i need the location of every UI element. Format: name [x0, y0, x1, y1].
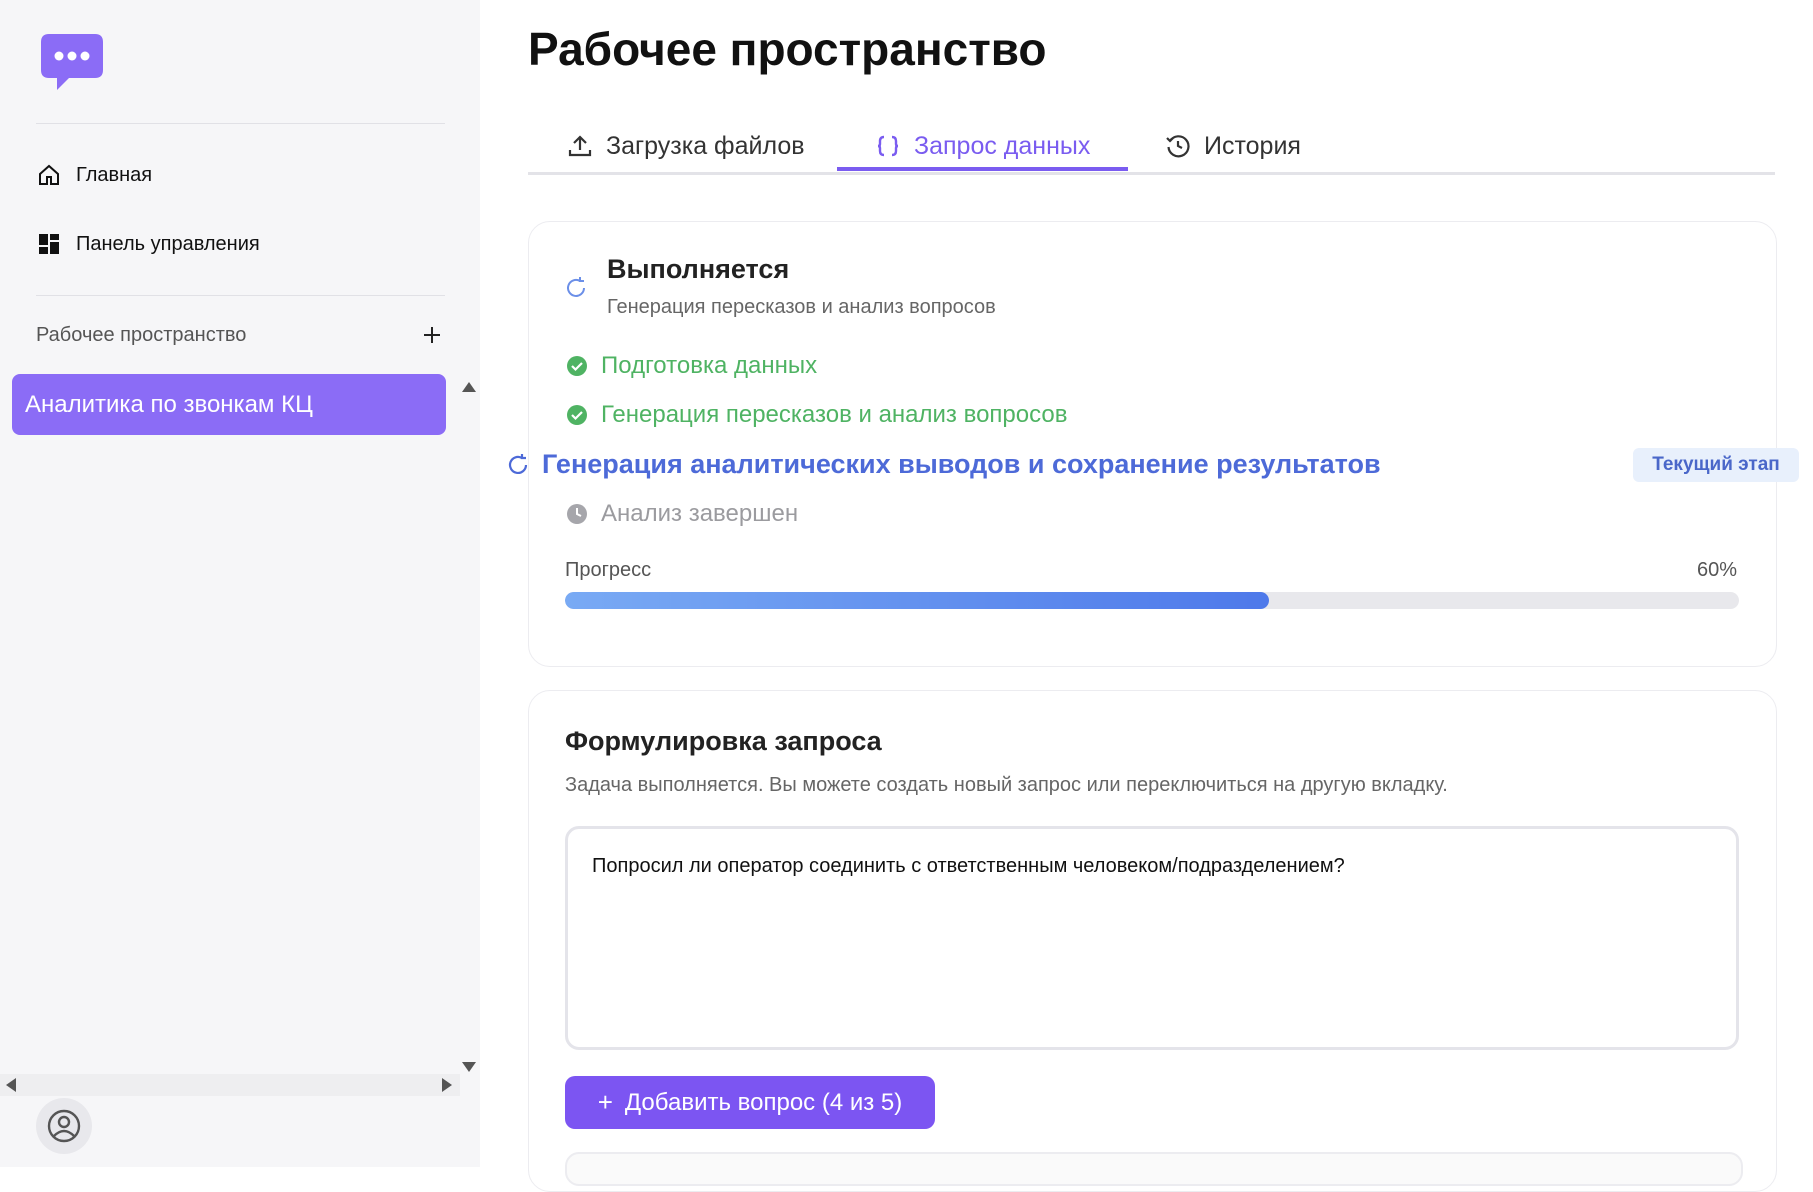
progress-label: Прогресс [565, 559, 652, 581]
step-item: Генерация пересказов и анализ вопросов [565, 401, 1068, 429]
add-workspace-button[interactable] [419, 322, 445, 348]
step-label: Анализ завершен [601, 500, 799, 527]
plus-icon: + [597, 1087, 613, 1117]
scroll-right-icon[interactable] [442, 1078, 452, 1092]
query-title: Формулировка запроса [565, 726, 882, 756]
nav-item-label: Главная [76, 163, 153, 186]
progress-value: 60% [1696, 559, 1737, 581]
step-label: Генерация аналитических выводов и сохран… [542, 449, 1381, 479]
vertical-scrollbar[interactable] [456, 374, 480, 1074]
query-subtitle: Задача выполняется. Вы можете создать но… [565, 774, 1448, 796]
user-icon [47, 1109, 81, 1143]
tab-data-request[interactable]: Запрос данных [874, 120, 1090, 172]
status-subtitle: Генерация пересказов и анализ вопросов [607, 296, 996, 318]
step-item-current: Генерация аналитических выводов и сохран… [506, 449, 1381, 480]
question-input[interactable]: Попросил ли оператор соединить с ответст… [565, 826, 1739, 1050]
spinner-icon [564, 276, 588, 305]
current-step-badge: Текущий этап [1633, 448, 1799, 482]
check-circle-icon [565, 403, 589, 427]
history-icon [1164, 132, 1192, 160]
home-icon [36, 162, 62, 188]
tab-history[interactable]: История [1164, 120, 1301, 172]
nav-item-home[interactable]: Главная [36, 157, 152, 193]
workspace-item-label: Аналитика по звонкам КЦ [25, 390, 313, 418]
nav-item-label: Панель управления [76, 232, 260, 255]
step-item: Подготовка данных [565, 352, 817, 380]
horizontal-scrollbar[interactable] [0, 1074, 460, 1096]
user-avatar-button[interactable] [36, 1098, 92, 1154]
progress-fill [565, 592, 1270, 609]
scroll-down-icon[interactable] [462, 1062, 476, 1072]
upload-icon [566, 132, 594, 160]
status-title: Выполняется [607, 254, 790, 284]
sidebar-divider [36, 295, 445, 296]
scroll-left-icon[interactable] [6, 1078, 16, 1092]
chat-bubble-icon[interactable] [39, 32, 105, 94]
braces-icon [874, 132, 902, 160]
step-label: Генерация пересказов и анализ вопросов [601, 401, 1068, 428]
workspaces-header-label: Рабочее пространство [36, 323, 247, 346]
clock-icon [565, 502, 589, 526]
add-question-label: Добавить вопрос (4 из 5) [624, 1088, 903, 1116]
workspaces-header: Рабочее пространство [36, 318, 445, 352]
tab-bar: Загрузка файлов Запрос данных История [528, 120, 1775, 175]
spinner-icon [506, 453, 530, 477]
sidebar-divider [36, 123, 445, 124]
page-title: Рабочее пространство [528, 23, 1047, 75]
sidebar: Главная Панель управления Рабочее простр… [0, 0, 480, 1167]
add-question-button[interactable]: + Добавить вопрос (4 из 5) [565, 1076, 935, 1129]
scroll-up-icon[interactable] [462, 382, 476, 392]
active-tab-indicator [837, 167, 1128, 171]
tab-label: Запрос данных [914, 131, 1091, 160]
tab-label: Загрузка файлов [606, 131, 805, 160]
tab-upload[interactable]: Загрузка файлов [566, 120, 805, 172]
next-question-card [565, 1152, 1743, 1186]
step-label: Подготовка данных [601, 352, 818, 379]
check-circle-icon [565, 354, 589, 378]
dashboard-icon [36, 231, 62, 257]
progress-bar [565, 592, 1739, 609]
step-item: Анализ завершен [565, 500, 798, 528]
tab-label: История [1204, 131, 1301, 160]
workspace-item-selected[interactable]: Аналитика по звонкам КЦ [12, 374, 446, 435]
nav-item-dashboard[interactable]: Панель управления [36, 226, 260, 262]
